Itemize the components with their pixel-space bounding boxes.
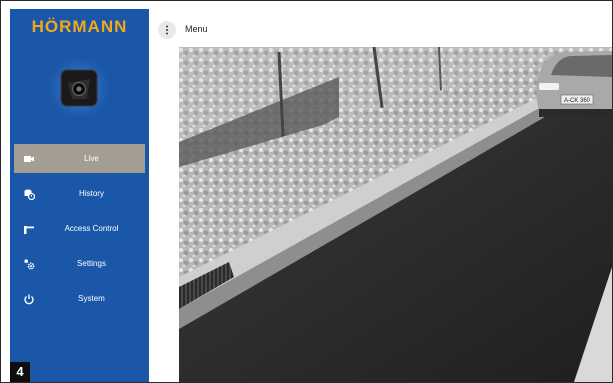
camera-device-icon	[47, 58, 111, 118]
settings-icon	[24, 259, 35, 270]
sidebar-item-history[interactable]: History	[14, 179, 145, 208]
top-bar: Menu	[149, 9, 612, 47]
history-icon	[24, 189, 35, 200]
sidebar-item-settings[interactable]: Settings	[14, 249, 145, 278]
app-frame: HÖRMANN Live History Access Control Sett…	[0, 0, 613, 383]
brand-logo: HÖRMANN	[31, 17, 128, 36]
sidebar-nav: Live History Access Control Settings Sys…	[14, 144, 145, 319]
sidebar: HÖRMANN Live History Access Control Sett…	[10, 9, 149, 382]
video-camera-icon	[24, 156, 34, 162]
camera-image: A-CK 360	[179, 47, 612, 382]
svg-text:A-CK 360: A-CK 360	[564, 98, 591, 104]
sidebar-item-access-control[interactable]: Access Control	[14, 214, 145, 243]
figure-number-badge: 4	[10, 362, 30, 382]
more-vertical-icon	[166, 25, 168, 35]
sidebar-item-live[interactable]: Live	[14, 144, 145, 173]
menu-label: Menu	[185, 24, 208, 34]
car: A-CK 360	[536, 51, 612, 117]
live-camera-feed[interactable]: A-CK 360	[179, 47, 612, 382]
sidebar-item-system[interactable]: System	[14, 284, 145, 313]
menu-button[interactable]	[158, 21, 176, 39]
power-icon	[24, 294, 34, 305]
gate-barrier-icon	[24, 226, 34, 234]
